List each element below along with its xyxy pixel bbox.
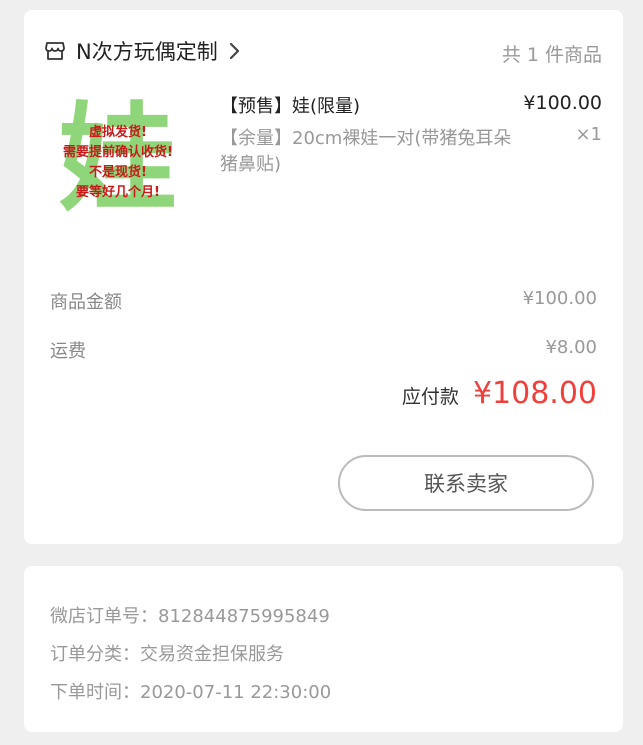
product-title[interactable]: 【预售】娃(限量) [220,92,360,118]
order-number: 微店订单号：812844875995849 [50,606,330,627]
thumbnail-note: 不是现货! [89,165,147,180]
goods-amount-value: ¥100.00 [522,288,597,309]
shop-link[interactable]: N次方玩偶定制 [44,36,240,66]
thumbnail-note: 虚拟发货! [89,125,147,140]
product-quantity: ×1 [575,124,602,145]
shop-name[interactable]: N次方玩偶定制 [76,36,218,66]
product-spec: 【余量】20cm裸娃一对(带猪兔耳朵猪鼻贴) [220,128,512,175]
order-category: 订单分类：交易资金担保服务 [50,644,284,665]
thumbnail-notes: 虚拟发货! 需要提前确认收货! 不是现货! 要等好几个月! [48,123,188,203]
product-price: ¥100.00 [523,92,602,114]
order-card: N次方玩偶定制 共 1 件商品 娃 虚拟发货! 需要提前确认收货! 不是现货! … [24,10,623,544]
order-time: 下单时间：2020-07-11 22:30:00 [50,682,332,703]
contact-seller-button[interactable]: 联系卖家 [338,455,594,511]
order-details-card: 微店订单号：812844875995849 订单分类：交易资金担保服务 下单时间… [24,566,623,732]
shipping-label: 运费 [50,341,86,362]
shipping-value: ¥8.00 [545,337,597,358]
product-thumbnail[interactable]: 娃 虚拟发货! 需要提前确认收货! 不是现货! 要等好几个月! [48,95,188,235]
thumbnail-note: 需要提前确认收货! [63,145,173,160]
thumbnail-note: 要等好几个月! [76,185,160,200]
chevron-right-icon [229,42,239,60]
payable-row: 应付款 ¥108.00 [402,376,597,411]
payable-label: 应付款 [401,386,459,408]
item-count: 共 1 件商品 [501,44,602,66]
goods-amount-label: 商品金额 [50,292,122,313]
payable-amount: ¥108.00 [472,376,597,411]
store-icon [45,42,65,60]
